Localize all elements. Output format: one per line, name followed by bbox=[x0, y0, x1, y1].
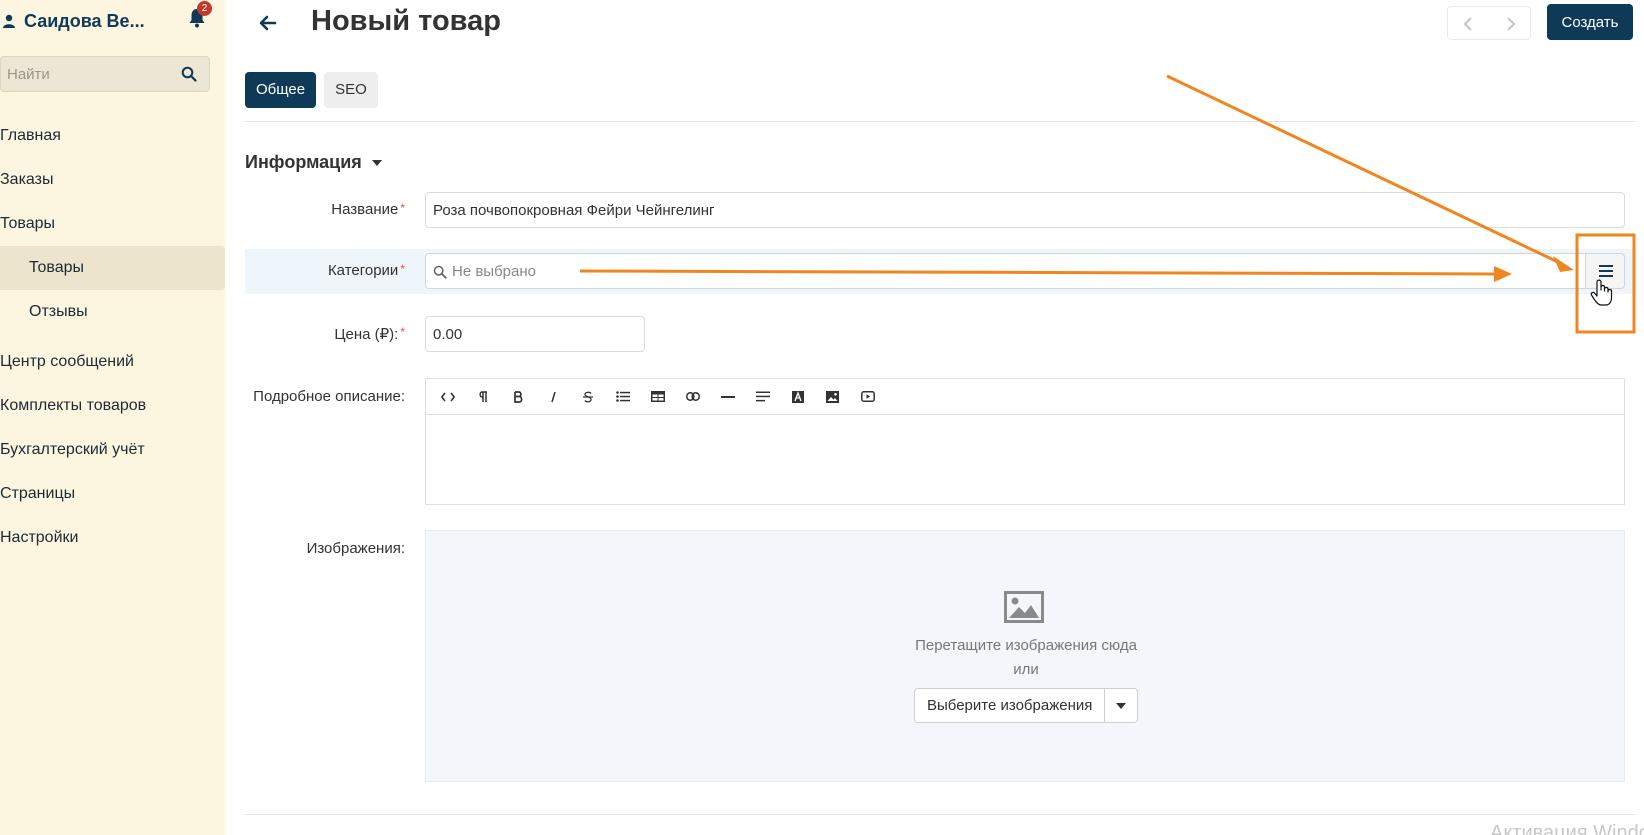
sidebar-subitem-products[interactable]: Товары bbox=[0, 246, 225, 290]
user-menu[interactable]: Саидова Ве... bbox=[0, 6, 145, 36]
price-input[interactable] bbox=[425, 316, 645, 352]
link-icon[interactable] bbox=[675, 379, 710, 415]
text-color-icon[interactable] bbox=[780, 379, 815, 415]
sidebar-item-message-center[interactable]: Центр сообщений bbox=[0, 340, 225, 384]
section-title: Информация bbox=[245, 152, 362, 172]
images-label: Изображения: bbox=[306, 540, 405, 557]
bold-icon[interactable] bbox=[500, 379, 535, 415]
categories-label: Категории * bbox=[245, 262, 405, 279]
tab-seo[interactable]: SEO bbox=[324, 72, 378, 108]
menu-icon bbox=[1599, 265, 1613, 277]
choose-images-dropdown[interactable] bbox=[1105, 688, 1139, 723]
windows-activation-watermark: Активация Windows bbox=[1490, 822, 1644, 835]
chevron-right-icon bbox=[1507, 17, 1516, 31]
next-button[interactable] bbox=[1489, 6, 1531, 40]
italic-icon[interactable] bbox=[535, 379, 570, 415]
search-input[interactable] bbox=[7, 57, 167, 91]
tabs: Общее SEO bbox=[245, 72, 378, 108]
notification-badge: 2 bbox=[197, 1, 212, 16]
description-label: Подробное описание: bbox=[253, 388, 405, 405]
sidebar-item-products[interactable]: Товары bbox=[0, 202, 225, 246]
image-insert-icon[interactable] bbox=[815, 379, 850, 415]
table-icon[interactable] bbox=[640, 379, 675, 415]
sidebar-item-settings[interactable]: Настройки bbox=[0, 516, 225, 560]
sidebar: Саидова Ве... 2 Главная Заказы Товары То… bbox=[0, 0, 225, 835]
rich-text-editor bbox=[425, 378, 1625, 505]
caret-down-icon bbox=[1116, 702, 1127, 709]
section-header-information[interactable]: Информация bbox=[245, 152, 382, 173]
required-mark: * bbox=[400, 201, 405, 215]
back-arrow-icon[interactable] bbox=[257, 12, 279, 34]
bottom-divider bbox=[245, 814, 1635, 815]
search-icon[interactable] bbox=[181, 66, 197, 82]
required-mark: * bbox=[400, 325, 405, 339]
choose-images-group: Выберите изображения bbox=[914, 688, 1139, 723]
categories-input[interactable] bbox=[452, 254, 1572, 288]
categories-field bbox=[425, 253, 1585, 289]
code-view-icon[interactable] bbox=[430, 379, 465, 415]
choose-images-button[interactable]: Выберите изображения bbox=[914, 688, 1106, 723]
sidebar-subitem-reviews[interactable]: Отзывы bbox=[0, 290, 225, 334]
sidebar-item-product-bundles[interactable]: Комплекты товаров bbox=[0, 384, 225, 428]
video-insert-icon[interactable] bbox=[850, 379, 885, 415]
main-content: Новый товар Создать Общее SEO Информация… bbox=[245, 0, 1644, 835]
categories-label-text: Категории bbox=[327, 262, 399, 279]
paragraph-icon[interactable] bbox=[465, 379, 500, 415]
tab-general[interactable]: Общее bbox=[245, 72, 317, 108]
dropzone-text: Перетащите изображения сюда bbox=[915, 637, 1137, 654]
sidebar-item-accounting[interactable]: Бухгалтерский учёт bbox=[0, 428, 225, 472]
user-name: Саидова Ве... bbox=[24, 10, 145, 31]
dropzone-or-text: или bbox=[1013, 661, 1039, 678]
tabs-divider bbox=[245, 121, 1635, 122]
prev-button[interactable] bbox=[1447, 6, 1489, 40]
sidebar-nav: Главная Заказы Товары Товары Отзывы Цент… bbox=[0, 114, 225, 560]
editor-toolbar bbox=[426, 379, 1624, 415]
create-button[interactable]: Создать bbox=[1547, 4, 1633, 40]
align-icon[interactable] bbox=[745, 379, 780, 415]
caret-down-icon bbox=[371, 159, 382, 166]
sidebar-search bbox=[0, 56, 210, 92]
page-title: Новый товар bbox=[311, 5, 501, 37]
search-icon bbox=[433, 265, 447, 279]
sidebar-item-pages[interactable]: Страницы bbox=[0, 472, 225, 516]
app: Саидова Ве... 2 Главная Заказы Товары То… bbox=[0, 0, 1644, 835]
price-label: Цена (₽): * bbox=[245, 325, 405, 343]
name-label-text: Название bbox=[331, 201, 399, 218]
user-icon bbox=[3, 14, 15, 28]
strikethrough-icon[interactable] bbox=[570, 379, 605, 415]
image-dropzone[interactable]: Перетащите изображения сюда или Выберите… bbox=[425, 530, 1625, 782]
image-placeholder-icon bbox=[1004, 591, 1044, 623]
required-mark: * bbox=[400, 262, 405, 276]
editor-content-area[interactable] bbox=[426, 415, 1624, 504]
sidebar-item-home[interactable]: Главная bbox=[0, 114, 225, 158]
sidebar-item-orders[interactable]: Заказы bbox=[0, 158, 225, 202]
bulleted-list-icon[interactable] bbox=[605, 379, 640, 415]
categories-list-button[interactable] bbox=[1585, 253, 1625, 289]
horizontal-rule-icon[interactable] bbox=[710, 379, 745, 415]
name-input[interactable] bbox=[425, 192, 1625, 228]
price-label-text: Цена (₽): bbox=[334, 326, 399, 343]
chevron-left-icon bbox=[1463, 17, 1472, 31]
name-label: Название * bbox=[245, 201, 405, 218]
